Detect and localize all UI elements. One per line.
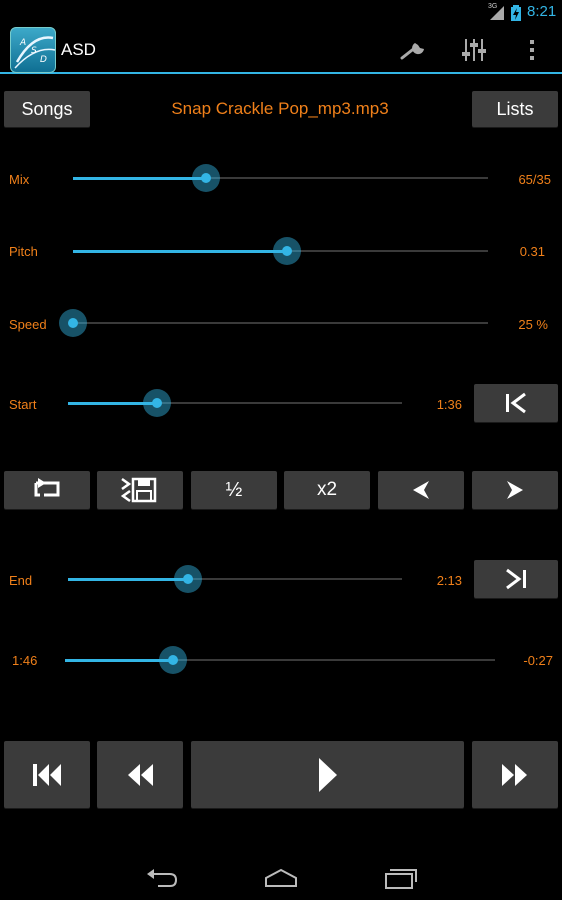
speed-label: Speed	[9, 317, 47, 332]
more-vert-icon	[530, 40, 534, 60]
position-slider[interactable]	[65, 645, 495, 675]
mix-value: 65/35	[518, 172, 551, 187]
slider-thumb[interactable]	[174, 565, 203, 593]
nav-recents-button[interactable]	[376, 864, 426, 892]
next-loop-button[interactable]	[472, 471, 558, 509]
pitch-value: 0.31	[519, 244, 545, 259]
elapsed-time: 1:46	[12, 653, 38, 668]
song-title: Snap Crackle Pop_mp3.mp3	[171, 99, 389, 118]
play-icon	[318, 757, 337, 792]
chevron-left-icon	[413, 481, 429, 499]
app-logo-icon[interactable]: A S D	[10, 27, 56, 73]
half-button[interactable]: ½	[191, 471, 277, 509]
loop-button[interactable]	[4, 471, 90, 509]
save-loop-button[interactable]	[97, 471, 183, 509]
speed-value: 25 %	[518, 317, 548, 332]
system-nav-bar	[0, 852, 562, 900]
logo-letter-d: D	[40, 55, 47, 65]
lists-button[interactable]: Lists	[472, 91, 558, 127]
double-button[interactable]: x2	[284, 471, 370, 509]
app-title: ASD	[61, 40, 96, 59]
chevron-right-icon	[507, 481, 523, 499]
set-end-button[interactable]	[474, 560, 558, 598]
logo-letter-a: A	[19, 38, 26, 48]
battery-charging-icon	[511, 5, 521, 21]
settings-button[interactable]	[393, 33, 433, 67]
speed-slider[interactable]	[59, 308, 488, 338]
logo-letter-s: S	[31, 46, 37, 56]
start-slider[interactable]	[68, 388, 402, 418]
wrench-icon	[400, 43, 424, 60]
prev-loop-button[interactable]	[378, 471, 464, 509]
remaining-time: -0:27	[523, 653, 553, 668]
repeat-icon	[34, 478, 60, 497]
overflow-menu-button[interactable]	[512, 33, 552, 67]
fast-forward-icon	[502, 763, 527, 786]
songs-button[interactable]: Songs	[4, 91, 90, 127]
end-label: End	[9, 573, 33, 588]
slider-thumb[interactable]	[158, 646, 187, 674]
equalizer-button[interactable]	[454, 33, 494, 67]
nav-home-button[interactable]	[256, 864, 306, 892]
clock: 8:21	[527, 3, 557, 20]
slider-thumb[interactable]	[191, 164, 220, 192]
skip-to-end-icon	[506, 568, 526, 590]
skip-back-icon	[33, 763, 61, 786]
pitch-label: Pitch	[9, 244, 38, 259]
app-logo-graphic: A S D	[14, 36, 56, 69]
nav-back-button[interactable]	[137, 864, 187, 892]
start-value: 1:36	[436, 397, 462, 412]
signal-icon	[490, 6, 504, 20]
sliders-icon	[462, 39, 486, 61]
play-button[interactable]	[191, 741, 464, 808]
mix-slider[interactable]	[73, 163, 488, 193]
mix-label: Mix	[9, 172, 30, 187]
end-slider[interactable]	[68, 564, 402, 594]
slider-thumb[interactable]	[272, 237, 301, 265]
slider-thumb[interactable]	[142, 389, 171, 417]
slider-track	[73, 322, 488, 324]
slider-thumb[interactable]	[59, 309, 87, 337]
slider-fill	[73, 250, 287, 253]
skip-to-start-icon	[506, 392, 526, 414]
status-bar: 3G 8:21	[0, 0, 562, 25]
skip-back-button[interactable]	[4, 741, 90, 808]
slider-fill	[68, 578, 189, 581]
action-bar: A S D ASD	[0, 25, 562, 74]
slider-fill	[73, 177, 206, 180]
fast-forward-button[interactable]	[472, 741, 558, 808]
save-loop-icon	[120, 477, 157, 503]
pitch-slider[interactable]	[73, 236, 488, 266]
home-icon	[265, 868, 297, 887]
end-value: 2:13	[436, 573, 462, 588]
recent-apps-icon	[385, 869, 417, 889]
slider-fill	[65, 659, 173, 662]
back-arrow-icon	[147, 869, 178, 887]
set-start-button[interactable]	[474, 384, 558, 422]
rewind-icon	[128, 763, 153, 786]
rewind-button[interactable]	[97, 741, 183, 808]
start-label: Start	[9, 397, 37, 412]
